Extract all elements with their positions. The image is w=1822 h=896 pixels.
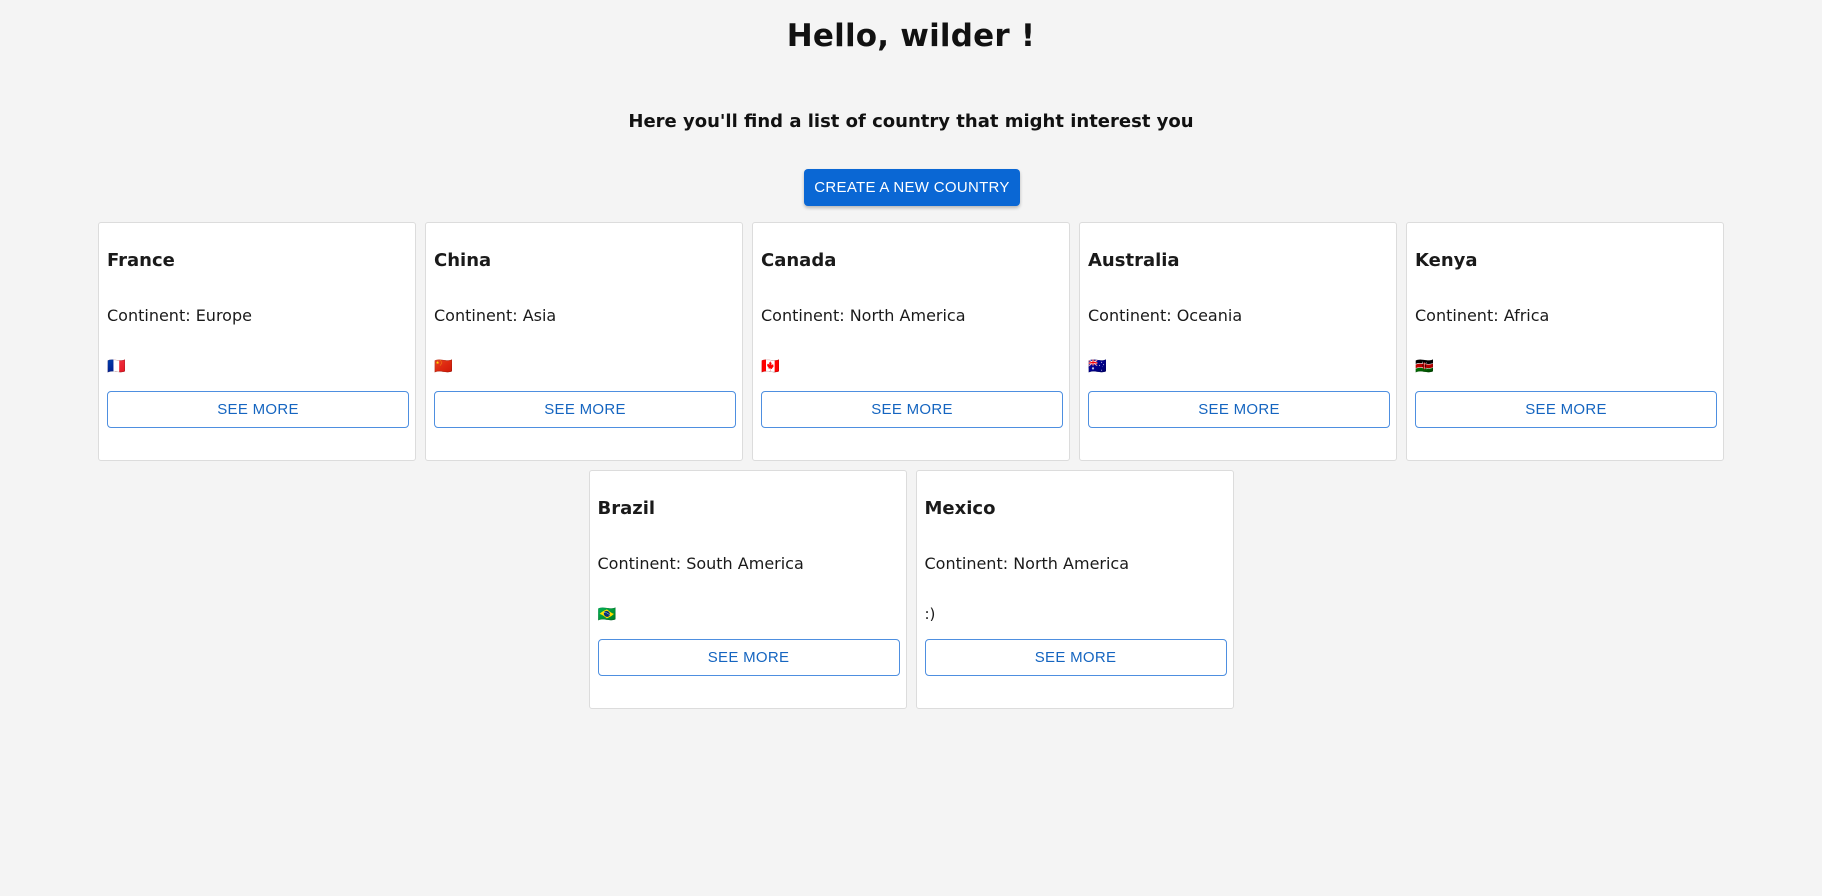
country-name: Kenya	[1415, 250, 1478, 271]
country-list-page: Hello, wilder ! Here you'll find a list …	[0, 0, 1822, 896]
country-cards-row: Brazil Continent: South America 🇧🇷 SEE M…	[0, 470, 1822, 709]
see-more-button[interactable]: SEE MORE	[434, 391, 736, 428]
see-more-button[interactable]: SEE MORE	[597, 639, 900, 676]
country-card-canada: Canada Continent: North America 🇨🇦 SEE M…	[752, 222, 1070, 461]
see-more-button[interactable]: SEE MORE	[1415, 391, 1717, 428]
country-name: China	[434, 250, 492, 271]
country-card-australia: Australia Continent: Oceania 🇦🇺 SEE MORE	[1079, 222, 1397, 461]
country-continent: Continent: North America	[924, 554, 1130, 573]
see-more-button[interactable]: SEE MORE	[1088, 391, 1390, 428]
country-card-mexico: Mexico Continent: North America :) SEE M…	[915, 470, 1234, 709]
country-name: Australia	[1088, 250, 1180, 271]
country-card-brazil: Brazil Continent: South America 🇧🇷 SEE M…	[588, 470, 907, 709]
page-title: Hello, wilder !	[786, 18, 1036, 54]
country-name: Brazil	[597, 498, 656, 519]
country-continent: Continent: Africa	[1415, 306, 1550, 325]
see-more-button[interactable]: SEE MORE	[107, 391, 409, 428]
see-more-button[interactable]: SEE MORE	[924, 639, 1227, 676]
create-country-button[interactable]: CREATE A NEW COUNTRY	[804, 169, 1020, 206]
country-flag: 🇫🇷	[107, 357, 126, 375]
country-flag: 🇰🇪	[1415, 357, 1434, 375]
country-continent: Continent: South America	[597, 554, 804, 573]
page-subtitle: Here you'll find a list of country that …	[628, 111, 1194, 132]
country-card-china: China Continent: Asia 🇨🇳 SEE MORE	[425, 222, 743, 461]
country-continent: Continent: Oceania	[1088, 306, 1243, 325]
country-flag: 🇨🇳	[434, 357, 453, 375]
country-cards-row: France Continent: Europe 🇫🇷 SEE MORE Chi…	[0, 222, 1822, 461]
country-continent: Continent: Asia	[434, 306, 557, 325]
country-continent: Continent: Europe	[107, 306, 252, 325]
country-flag: 🇧🇷	[597, 605, 617, 623]
country-card-kenya: Kenya Continent: Africa 🇰🇪 SEE MORE	[1406, 222, 1724, 461]
country-name: Mexico	[924, 498, 996, 519]
country-flag: :)	[924, 605, 936, 623]
country-continent: Continent: North America	[761, 306, 966, 325]
country-name: Canada	[761, 250, 837, 271]
country-flag: 🇨🇦	[761, 357, 780, 375]
country-name: France	[107, 250, 175, 271]
see-more-button[interactable]: SEE MORE	[761, 391, 1063, 428]
country-card-france: France Continent: Europe 🇫🇷 SEE MORE	[98, 222, 416, 461]
country-flag: 🇦🇺	[1088, 357, 1107, 375]
